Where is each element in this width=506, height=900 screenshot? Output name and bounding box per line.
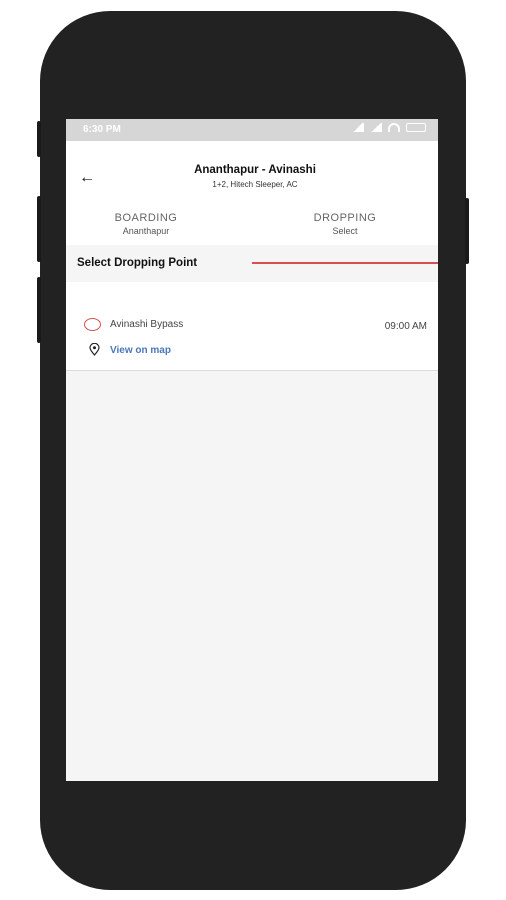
tab-boarding[interactable]: BOARDING Ananthapur <box>66 212 252 236</box>
route-title: Ananthapur - Avinashi <box>194 164 316 176</box>
tab-dropping-label: DROPPING <box>313 212 377 224</box>
active-tab-indicator <box>252 262 438 264</box>
top-header: ← Ananthapur - Avinashi 1+2, Hitech Slee… <box>66 141 438 264</box>
phone-side-button <box>37 277 41 343</box>
cellular-signal-icon <box>370 123 382 132</box>
status-icons <box>352 123 426 132</box>
tab-boarding-value: Ananthapur <box>122 226 170 236</box>
phone-side-button <box>465 198 469 264</box>
app-screen: 6:30 PM ← Ananthapur - Avinashi 1+2, Hit… <box>66 119 438 781</box>
dropping-point-name: Avinashi Bypass <box>110 319 184 330</box>
view-on-map-link[interactable]: View on map <box>110 345 171 356</box>
dropping-point-card[interactable]: Avinashi Bypass 09:00 AM View on map <box>66 282 438 371</box>
location-pin-icon <box>89 343 100 356</box>
section-title: Select Dropping Point <box>77 257 198 269</box>
tab-dropping-value: Select <box>332 226 358 236</box>
tab-boarding-label: BOARDING <box>114 212 178 224</box>
bus-info: 1+2, Hitech Sleeper, AC <box>212 180 298 189</box>
wifi-icon <box>388 123 400 132</box>
phone-side-button <box>37 121 41 157</box>
dropping-point-time: 09:00 AM <box>384 321 427 332</box>
status-bar: 6:30 PM <box>66 119 438 141</box>
radio-button[interactable] <box>84 318 101 331</box>
phone-side-button <box>37 196 41 262</box>
tab-dropping[interactable]: DROPPING Select <box>252 212 438 236</box>
status-time: 6:30 PM <box>83 124 121 135</box>
battery-icon <box>406 123 426 132</box>
cellular-signal-icon <box>352 123 364 132</box>
